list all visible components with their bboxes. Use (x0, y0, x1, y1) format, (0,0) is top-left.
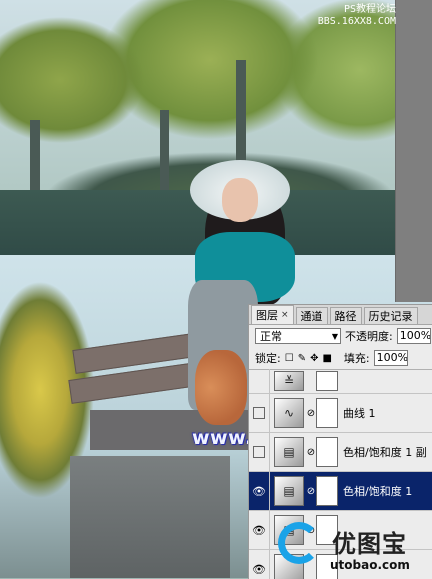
link-icon: ⊘ (306, 485, 316, 497)
lock-paint-icon[interactable]: ✎ (298, 353, 306, 364)
logo-subtitle: utobao.com (330, 558, 410, 572)
link-icon: ⊘ (306, 407, 316, 419)
tab-paths-label: 路径 (334, 310, 357, 323)
lock-all-icon[interactable]: ■ (322, 353, 331, 364)
layer-name: 色相/饱和度 1 副 (343, 446, 427, 459)
logo-title: 优图宝 (332, 530, 407, 558)
close-icon[interactable]: × (281, 310, 289, 320)
lock-move-icon[interactable]: ✥ (310, 353, 318, 364)
tab-layers[interactable]: 图层 × (251, 305, 294, 324)
layer-row[interactable]: ▤ ⊘ 色相/饱和度 1 副 (249, 433, 432, 472)
blend-mode-value: 正常 (260, 330, 282, 343)
layer-thumbnail: ≚ (274, 371, 304, 391)
stone-block (70, 456, 230, 578)
hue-saturation-thumbnail-icon: ▤ (274, 476, 304, 506)
lock-transparent-icon[interactable]: ☐ (285, 353, 294, 364)
link-icon: ⊘ (306, 446, 316, 458)
tab-layers-label: 图层 (256, 309, 278, 322)
face (222, 178, 258, 222)
eye-icon[interactable]: 👁 (249, 511, 270, 549)
layer-mask (316, 398, 338, 428)
tab-history-label: 历史记录 (368, 310, 413, 323)
logo-mark-icon (278, 522, 320, 564)
chevron-down-icon: ▼ (331, 331, 338, 341)
panel-tabs: 图层 × 通道 路径 历史记录 (249, 305, 432, 325)
tab-paths[interactable]: 路径 (329, 307, 362, 324)
blend-mode-select[interactable]: 正常 ▼ (255, 328, 341, 344)
fill-label: 填充: (343, 352, 370, 365)
layer-row-selected[interactable]: 👁 ▤ ⊘ 色相/饱和度 1 (249, 472, 432, 511)
layer-mask (316, 371, 338, 391)
opacity-label: 不透明度: (345, 330, 393, 343)
tab-history[interactable]: 历史记录 (363, 307, 418, 324)
layer-row[interactable]: ≚ (249, 369, 432, 394)
site-logo: 优图宝 utobao.com (276, 520, 432, 578)
opacity-input[interactable]: 100% (396, 328, 431, 344)
fill-input[interactable]: 100% (373, 350, 408, 366)
lock-icons: ☐ ✎ ✥ ■ (285, 353, 332, 364)
watermark-top-line2: BBS.16XX8.COM (317, 16, 396, 27)
layer-name: 曲线 1 (343, 407, 376, 420)
eye-icon[interactable]: 👁 (249, 472, 270, 510)
tab-channels-label: 通道 (300, 310, 323, 323)
shoes (195, 350, 247, 425)
layer-mask (316, 437, 338, 467)
layer-row[interactable]: ∿ ⊘ 曲线 1 (249, 394, 432, 433)
hue-saturation-thumbnail-icon: ▤ (274, 437, 304, 467)
watermark-top: PS教程论坛 BBS.16XX8.COM (318, 4, 396, 28)
layer-mask (316, 476, 338, 506)
lock-row: 锁定: ☐ ✎ ✥ ■ 填充: 100% (249, 347, 432, 370)
eye-icon[interactable]: 👁 (249, 550, 270, 579)
blend-row: 正常 ▼ 不透明度: 100% (249, 325, 432, 347)
lock-label: 锁定: (255, 352, 281, 365)
watermark-top-line1: PS教程论坛 (343, 4, 396, 15)
curves-thumbnail-icon: ∿ (274, 398, 304, 428)
layer-name: 色相/饱和度 1 (343, 485, 413, 498)
visibility-toggle[interactable] (249, 394, 270, 432)
tab-channels[interactable]: 通道 (295, 307, 328, 324)
canvas-scrollbar[interactable] (395, 0, 432, 302)
visibility-toggle[interactable] (249, 369, 270, 393)
visibility-toggle[interactable] (249, 433, 270, 471)
